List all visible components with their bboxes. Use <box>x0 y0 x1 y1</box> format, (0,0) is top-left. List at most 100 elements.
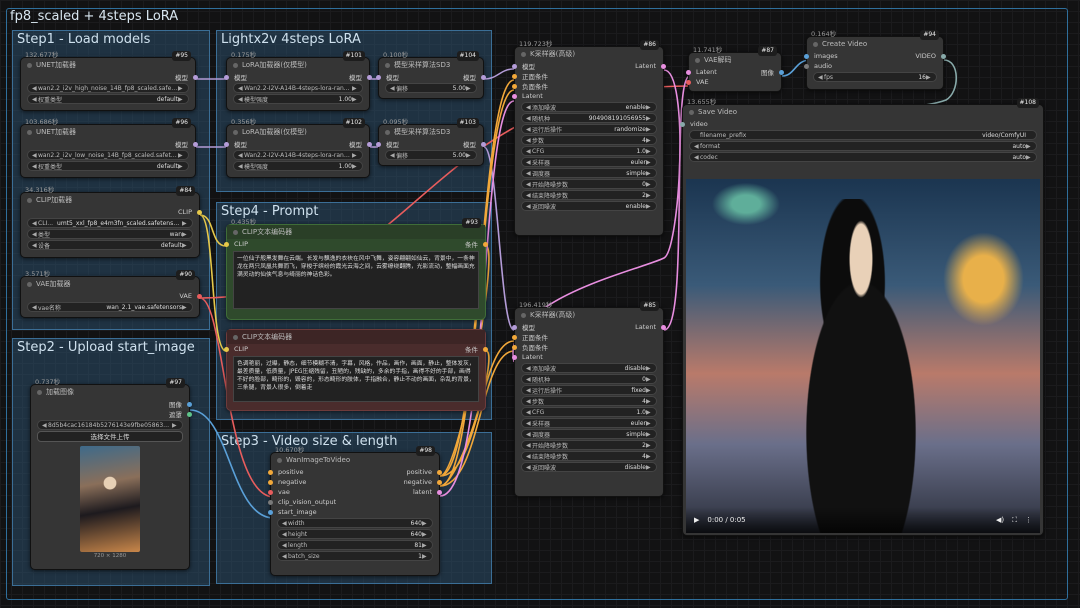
io-latent-image[interactable]: Latent 图像 <box>686 67 784 77</box>
shift-widget[interactable]: ◀ 偏移 5.00 ▶ <box>385 83 477 93</box>
io-model-latent[interactable]: 模型 Latent <box>512 322 666 332</box>
fps-widget[interactable]: ◀ fps 16 ▶ <box>813 72 937 82</box>
output-clip[interactable]: CLIP <box>21 207 202 217</box>
arrow-right-icon[interactable]: ▶ <box>646 387 652 394</box>
arrow-right-icon[interactable]: ▶ <box>466 152 472 159</box>
arrow-right-icon[interactable]: ▶ <box>646 376 652 383</box>
arrow-right-icon[interactable]: ▶ <box>182 231 188 238</box>
input-slot[interactable] <box>804 63 809 69</box>
input-slot[interactable] <box>686 69 691 75</box>
unet-name-widget[interactable]: ◀ wan2.2_i2v_high_noise_14B_fp8_scaled.sa… <box>27 83 189 93</box>
seed-widget[interactable]: ◀ 随机种 0 ▶ <box>521 374 657 384</box>
output-slot[interactable] <box>367 74 372 80</box>
node-header[interactable]: VAE加载器 <box>21 277 199 291</box>
arrow-right-icon[interactable]: ▶ <box>646 137 652 144</box>
arrow-right-icon[interactable]: ▶ <box>172 422 178 429</box>
unet-loader-high[interactable]: 132.677秒 #95 UNET加载器 模型 ◀ wan2.2_i2v_high… <box>20 51 198 111</box>
output-slot[interactable] <box>483 241 488 247</box>
clip-name-widget[interactable]: ◀ CLI... umt5_xxl_fp8_e4m3fn_scaled.safete… <box>27 218 193 228</box>
arrow-right-icon[interactable]: ▶ <box>182 242 188 249</box>
video-player[interactable]: ▶ 0:00 / 0:05 ◀) ⛶ ⋮ <box>686 179 1040 533</box>
load-image-node[interactable]: 0.737秒 #97 加载图像 图像 遮罩 ◀ 8d5b4cac16184b527… <box>30 378 192 570</box>
end-step-widget[interactable]: ◀ 结束降噪步数 4 ▶ <box>521 451 657 461</box>
node-header[interactable]: 加载图像 <box>31 385 189 399</box>
output-model[interactable]: 模型 <box>21 72 198 82</box>
output-slot[interactable] <box>779 69 784 75</box>
unet-loader-low[interactable]: 103.686秒 #96 UNET加载器 模型 ◀ wan2.2_i2v_low_… <box>20 118 198 178</box>
input-negative[interactable]: 负面条件 <box>512 81 663 91</box>
seed-widget[interactable]: ◀ 随机种 904908191056955 ▶ <box>521 113 657 123</box>
input-slot[interactable] <box>376 141 381 147</box>
output-slot[interactable] <box>187 401 192 407</box>
arrow-right-icon[interactable]: ▶ <box>926 74 932 81</box>
weight-dtype-widget[interactable]: ◀ 权重类型 default ▶ <box>27 161 189 171</box>
arrow-right-icon[interactable]: ▶ <box>422 553 428 560</box>
model-sampling-sd3-high[interactable]: 0.100秒 #104 模型采样算法SD3 模型 模型 ◀ 偏移 5.00 ▶ <box>376 51 486 99</box>
width-widget[interactable]: ◀ width 640 ▶ <box>277 518 433 528</box>
add-noise-widget[interactable]: ◀ 添加噪波 enable ▶ <box>521 102 657 112</box>
height-widget[interactable]: ◀ height 640 ▶ <box>277 529 433 539</box>
io-model[interactable]: 模型 模型 <box>224 72 372 82</box>
arrow-right-icon[interactable]: ▶ <box>646 398 652 405</box>
node-header[interactable]: CLIP加载器 <box>21 193 199 207</box>
more-options-icon[interactable]: ⋮ <box>1025 516 1032 524</box>
input-slot[interactable] <box>224 74 229 80</box>
arrow-right-icon[interactable]: ▶ <box>1026 143 1032 150</box>
arrow-right-icon[interactable]: ▶ <box>646 420 652 427</box>
collapse-dot[interactable] <box>37 389 42 395</box>
node-header[interactable]: UNET加载器 <box>21 125 195 139</box>
node-header[interactable]: CLIP文本编码器 <box>227 330 485 344</box>
fullscreen-icon[interactable]: ⛶ <box>1012 516 1017 525</box>
positive-prompt-node[interactable]: 0.435秒 #93 CLIP文本编码器 CLIP 条件 一位仙子般黑发舞在云端。… <box>224 218 488 320</box>
arrow-right-icon[interactable]: ▶ <box>646 148 652 155</box>
io-clip[interactable]: CLIP 条件 <box>224 239 488 249</box>
collapse-dot[interactable] <box>813 41 818 47</box>
positive-prompt-textarea[interactable]: 一位仙子般黑发舞在云端。长发与飘逸的衣袂在风中飞舞，姿容翩翩如仙云，背景中，一条… <box>233 251 479 309</box>
input-slot[interactable] <box>224 141 229 147</box>
output-slot[interactable] <box>437 489 442 495</box>
input-latent[interactable]: Latent <box>512 352 663 362</box>
output-slot[interactable] <box>661 63 666 69</box>
clip-type-widget[interactable]: ◀ 类型 wan ▶ <box>27 229 193 239</box>
input-audio[interactable]: audio <box>804 61 943 71</box>
arrow-right-icon[interactable]: ▶ <box>178 152 184 159</box>
scheduler-widget[interactable]: ◀ 调度器 simple ▶ <box>521 168 657 178</box>
io-negative[interactable]: negative negative <box>268 477 442 487</box>
input-slot[interactable] <box>512 93 517 99</box>
input-negative[interactable]: 负面条件 <box>512 342 663 352</box>
arrow-right-icon[interactable]: ▶ <box>646 170 652 177</box>
arrow-right-icon[interactable]: ▶ <box>352 85 358 92</box>
control-after-generate-widget[interactable]: ◀ 运行后操作 fixed ▶ <box>521 385 657 395</box>
io-model[interactable]: 模型 模型 <box>376 139 486 149</box>
arrow-right-icon[interactable]: ▶ <box>646 115 652 122</box>
input-slot[interactable] <box>680 121 685 127</box>
output-slot[interactable] <box>661 324 666 330</box>
input-slot[interactable] <box>512 334 517 340</box>
input-slot[interactable] <box>268 499 273 505</box>
input-positive[interactable]: 正面条件 <box>512 71 663 81</box>
return-noise-widget[interactable]: ◀ 返回噪波 enable ▶ <box>521 201 657 211</box>
input-slot[interactable] <box>512 344 517 350</box>
input-slot[interactable] <box>512 354 517 360</box>
arrow-right-icon[interactable]: ▶ <box>646 126 652 133</box>
lora-strength-widget[interactable]: ◀ 模型强度 1.00 ▶ <box>233 94 363 104</box>
weight-dtype-widget[interactable]: ◀ 权重类型 default ▶ <box>27 94 189 104</box>
arrow-right-icon[interactable]: ▶ <box>646 104 652 111</box>
vae-loader[interactable]: 3.571秒 #90 VAE加载器 VAE ◀ vae名称 wan_2.1_vae.… <box>20 270 202 318</box>
node-header[interactable]: WanImageToVideo <box>271 453 439 467</box>
input-slot[interactable] <box>804 53 809 59</box>
lora-strength-widget[interactable]: ◀ 模型强度 1.00 ▶ <box>233 161 363 171</box>
node-header[interactable]: UNET加载器 <box>21 58 195 72</box>
lora-name-widget[interactable]: ◀ Wan2.2-I2V-A14B-4steps-lora-ran... ▶ <box>233 83 363 93</box>
io-positive[interactable]: positive positive <box>268 467 442 477</box>
save-video-node[interactable]: 13.655秒 #108 Save Video video filename_p… <box>680 98 1044 536</box>
output-slot[interactable] <box>367 141 372 147</box>
output-slot[interactable] <box>197 293 202 299</box>
io-model-latent[interactable]: 模型 Latent <box>512 61 666 71</box>
arrow-right-icon[interactable]: ▶ <box>646 203 652 210</box>
arrow-right-icon[interactable]: ▶ <box>422 531 428 538</box>
codec-widget[interactable]: ◀ codec auto ▶ <box>689 152 1037 162</box>
output-image[interactable]: 图像 <box>31 399 192 409</box>
arrow-right-icon[interactable]: ▶ <box>646 431 652 438</box>
collapse-dot[interactable] <box>27 62 32 68</box>
